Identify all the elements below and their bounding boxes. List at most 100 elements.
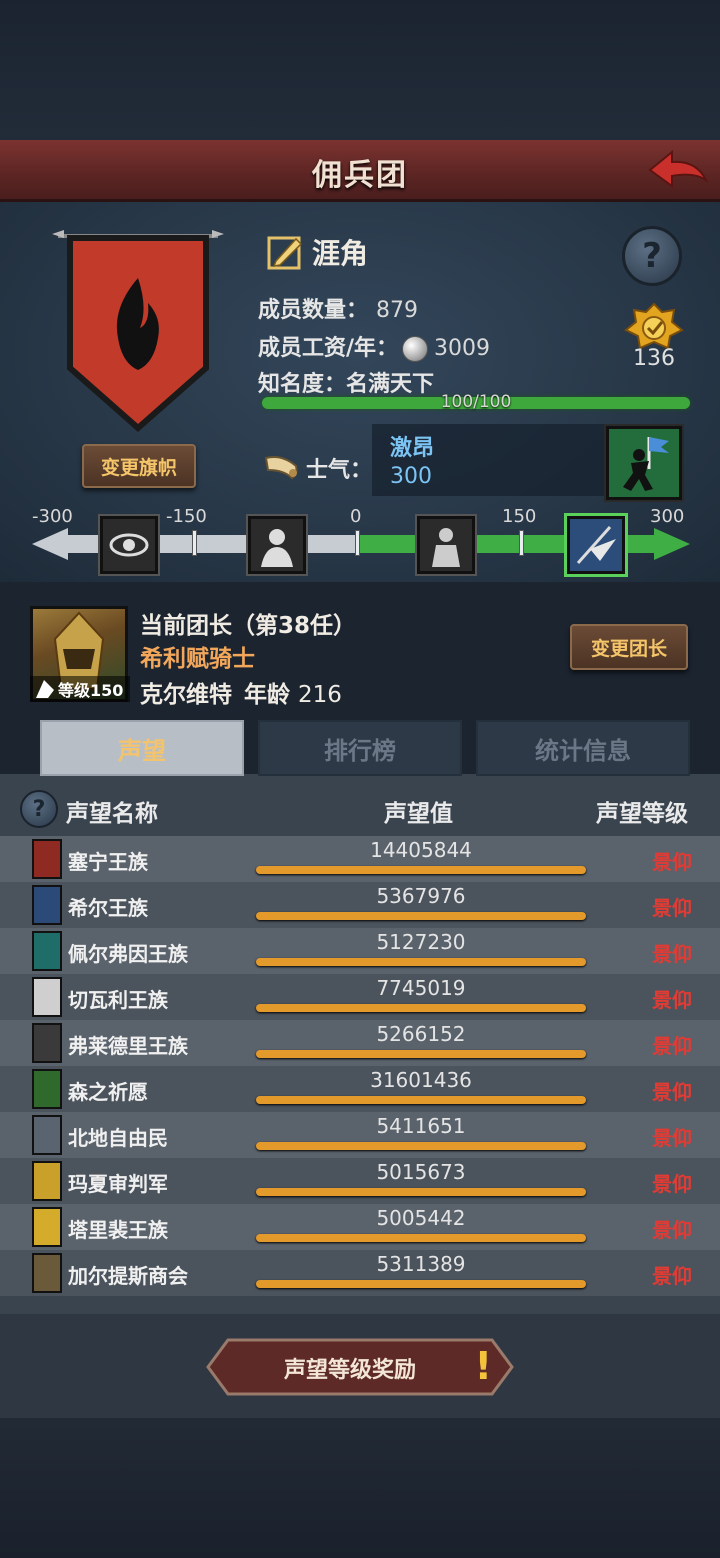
faction-value: 7745019 [376,976,466,1000]
faction-level: 景仰 [652,1126,692,1150]
silver-coin-icon [402,336,429,362]
band-name-row: 涯角 [266,232,368,272]
morale-stage-despair-icon[interactable] [100,516,158,574]
salary-row: 成员工资/年： 3009 [258,330,490,362]
faction-level: 景仰 [652,1172,692,1196]
faction-name: 加尔提斯商会 [68,1264,188,1288]
faction-progress-bar [256,1234,586,1242]
faction-emblem-icon [32,1253,62,1293]
faction-level: 景仰 [652,1034,692,1058]
faction-level: 景仰 [652,1218,692,1242]
faction-name: 北地自由民 [68,1126,168,1150]
reputation-help-icon[interactable]: ? [20,790,58,828]
table-row[interactable]: 塔里裴王族 5005442 景仰 [0,1204,720,1250]
tab-reputation[interactable]: 声望 [40,720,244,776]
column-name-header: 声望名称 [66,801,158,827]
faction-level: 景仰 [652,850,692,874]
faction-emblem-icon [32,1207,62,1247]
column-level-header: 声望等级 [596,801,688,827]
scale-right-arrow-icon [654,528,690,560]
faction-emblem-icon [32,1161,62,1201]
back-button[interactable] [646,146,710,194]
morale-value: 300 [390,464,432,489]
faction-value: 5411651 [376,1114,466,1138]
alert-icon: ! [474,1344,492,1388]
change-leader-button[interactable]: 变更团长 [570,624,688,670]
reputation-reward-button[interactable]: 声望等级奖励 ! [206,1338,514,1396]
leader-name: 希利赋骑士 [140,646,255,672]
table-row[interactable]: 切瓦利王族 7745019 景仰 [0,974,720,1020]
scale-label-zero: 0 [350,506,362,527]
column-value-header: 声望值 [384,801,453,827]
leader-race: 克尔维特 [140,682,232,708]
table-row[interactable]: 希尔王族 5367976 景仰 [0,882,720,928]
faction-progress-bar [256,1280,586,1288]
header-bar: 佣兵团 [0,140,720,202]
table-row[interactable]: 佩尔弗因王族 5127230 景仰 [0,928,720,974]
member-count-label: 成员数量： [258,298,369,323]
faction-value: 5266152 [376,1022,466,1046]
faction-value: 5005442 [376,1206,466,1230]
faction-progress-bar [256,866,586,874]
faction-level: 景仰 [652,1264,692,1288]
faction-name: 森之祈愿 [68,1080,148,1104]
reward-button-label: 声望等级奖励 [283,1358,416,1383]
morale-label: 士气： [306,458,373,483]
leader-age: 216 [298,682,342,708]
table-row[interactable]: 弗莱德里王族 5266152 景仰 [0,1020,720,1066]
member-count-row: 成员数量： 879 [258,292,418,324]
morale-rally-icon[interactable] [606,426,682,500]
top-background [0,0,720,140]
faction-level: 景仰 [652,942,692,966]
back-arrow-icon [648,149,709,188]
leader-level-text: 等级150 [58,681,124,700]
table-row[interactable]: 玛夏审判军 5015673 景仰 [0,1158,720,1204]
faction-emblem-icon [32,885,62,925]
faction-value: 5127230 [376,930,466,954]
table-row[interactable]: 北地自由民 5411651 景仰 [0,1112,720,1158]
achievement-badge[interactable]: 136 [620,302,688,374]
faction-progress-bar [256,958,586,966]
gold-medal-icon [624,302,684,350]
faction-progress-bar [256,1188,586,1196]
edit-name-icon[interactable] [266,233,304,271]
scale-label-max: 300 [650,506,685,527]
faction-emblem-icon [32,839,62,879]
faction-value: 14405844 [370,838,472,862]
tab-bar: 声望 排行榜 统计信息 [40,720,690,776]
faction-name: 希尔王族 [68,896,148,920]
tab-statistics[interactable]: 统计信息 [476,720,690,776]
faction-progress-bar [256,1050,586,1058]
change-flag-button[interactable]: 变更旗帜 [82,444,196,488]
scale-label-pos: 150 [502,506,537,527]
faction-name: 切瓦利王族 [68,988,168,1012]
leader-title: 当前团长（第38任） [140,613,357,639]
table-row[interactable]: 加尔提斯商会 5311389 景仰 [0,1250,720,1296]
table-row[interactable]: 塞宁王族 14405844 景仰 [0,836,720,882]
faction-value: 5367976 [376,884,466,908]
morale-stage-excited-icon[interactable] [567,516,625,574]
scale-tick [519,530,524,556]
scale-label-neg: -150 [166,506,207,527]
scale-tick [355,530,360,556]
faction-name: 佩尔弗因王族 [68,942,188,966]
faction-level: 景仰 [652,1080,692,1104]
faction-name: 塞宁王族 [68,850,148,874]
morale-stage-fear-icon[interactable] [248,516,306,574]
faction-value: 5015673 [376,1160,466,1184]
badge-count: 136 [633,346,675,371]
faction-emblem-icon [32,977,62,1017]
faction-level: 景仰 [652,988,692,1012]
fame-progress-text: 100/100 [440,392,512,412]
faction-emblem-icon [32,1023,62,1063]
help-icon[interactable]: ? [622,226,682,286]
salary-value: 3009 [434,336,491,361]
faction-progress-bar [256,912,586,920]
morale-stage-calm-icon[interactable] [417,516,475,574]
salary-label: 成员工资/年： [258,336,399,361]
scale-tick [192,530,197,556]
table-row[interactable]: 森之祈愿 31601436 景仰 [0,1066,720,1112]
faction-value: 5311389 [376,1252,466,1276]
tab-ranking[interactable]: 排行榜 [258,720,462,776]
leader-age-label: 年龄 [244,682,290,708]
